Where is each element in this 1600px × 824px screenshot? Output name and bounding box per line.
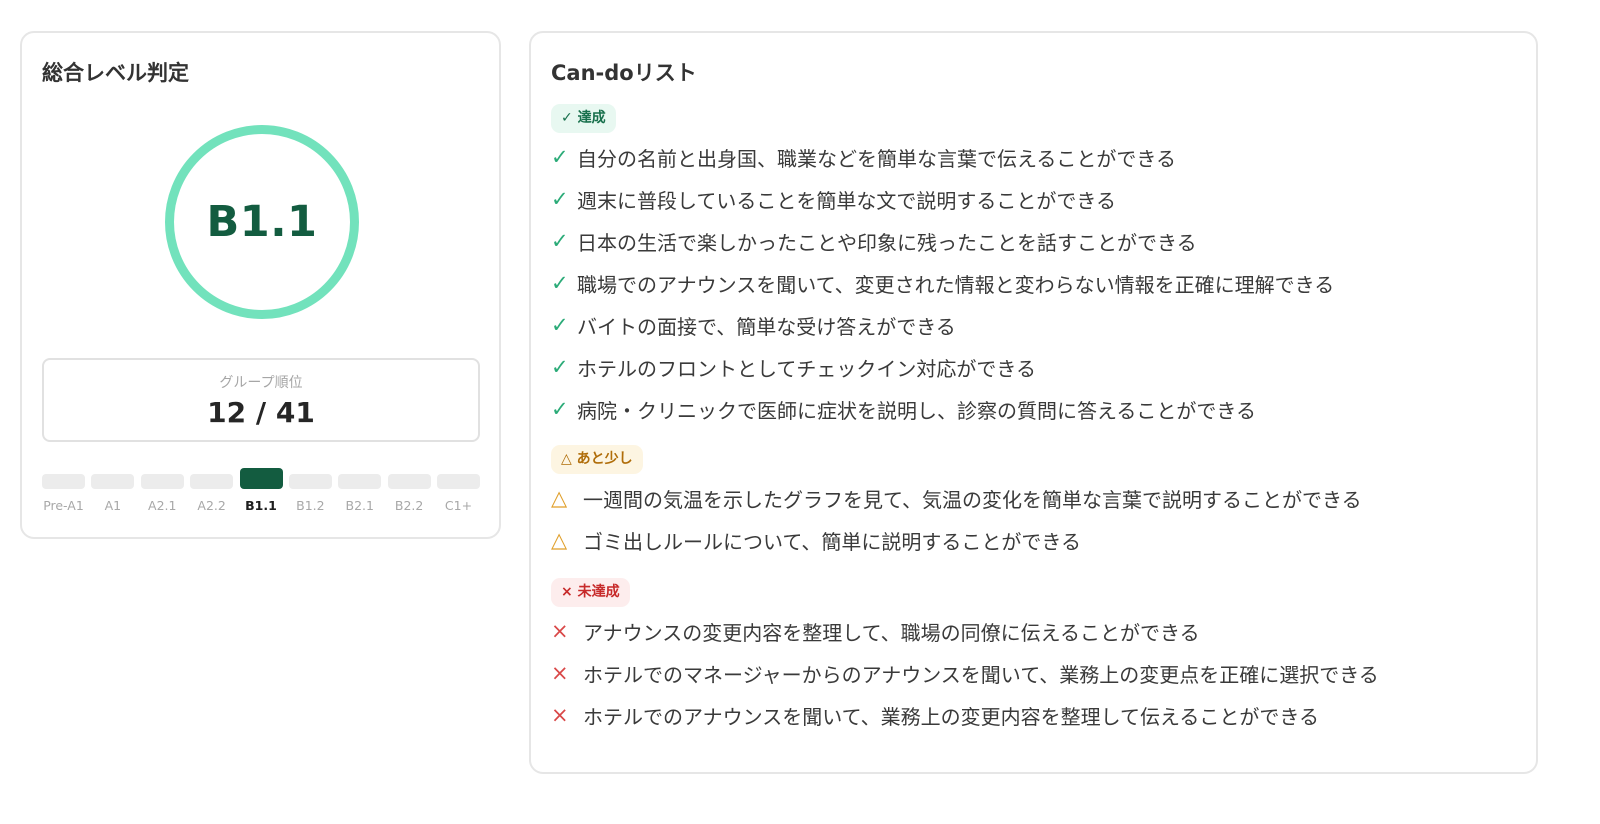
almost-section: △ あと少し △ 一週間の気温を示したグラフを見て、気温の変化を簡単な言葉で説明す… xyxy=(551,445,1362,561)
not-achieved-list: × アナウンスの変更内容を整理して、職場の同僚に伝えることができる × ホテルでのマネ… xyxy=(551,610,1379,736)
level-scale-bar: Pre-A1 A1 A2.1 A2.2 B1.1 B1.2 B2.1 B2.2 C1+ xyxy=(42,468,480,513)
cando-item: ✓ 職場でのアナウンスを聞いて、変更された情報と変わらない情報を正確に理解できる xyxy=(551,262,1334,304)
cross-icon: × xyxy=(551,619,569,643)
level-segment-label: B2.2 xyxy=(394,498,424,513)
cando-item: × アナウンスの変更内容を整理して、職場の同僚に伝えることができる xyxy=(551,610,1379,652)
achieved-badge: ✓ 達成 xyxy=(551,104,616,133)
level-segment-block xyxy=(140,474,184,489)
almost-badge: △ あと少し xyxy=(551,445,643,474)
check-icon: ✓ xyxy=(551,187,569,211)
current-level: B1.1 xyxy=(206,197,318,247)
level-segment: A2.1 xyxy=(140,474,184,513)
almost-list: △ 一週間の気温を示したグラフを見て、気温の変化を簡単な言葉で説明することができる… xyxy=(551,477,1362,561)
level-segment: B2.2 xyxy=(387,474,431,513)
group-rank-label: グループ順位 xyxy=(219,375,303,391)
level-card-title: 総合レベル判定 xyxy=(42,61,189,85)
cando-item-text: 日本の生活で楽しかったことや印象に残ったことを話すことができる xyxy=(577,230,1197,255)
level-segment-block xyxy=(288,474,332,489)
level-segment-block xyxy=(91,474,135,489)
level-segment: B1.2 xyxy=(288,474,332,513)
cando-item-text: 週末に普段していることを簡単な文で説明することができる xyxy=(577,188,1116,213)
level-segment-label: Pre-A1 xyxy=(43,498,84,513)
level-judgement-card: 総合レベル判定 B1.1 グループ順位 12 / 41 Pre-A1 A1 A2.1… xyxy=(20,31,501,539)
level-segment-block xyxy=(190,474,234,489)
level-segment: B2.1 xyxy=(338,474,382,513)
cando-item-text: 自分の名前と出身国、職業などを簡単な言葉で伝えることができる xyxy=(577,146,1176,171)
check-icon: ✓ xyxy=(551,397,569,421)
level-ring: B1.1 xyxy=(165,125,359,319)
cando-list-card: Can-doリスト ✓ 達成 ✓ 自分の名前と出身国、職業などを簡単な言葉で伝える… xyxy=(529,31,1538,774)
level-segment-block xyxy=(239,468,283,489)
achieved-list: ✓ 自分の名前と出身国、職業などを簡単な言葉で伝えることができる ✓ 週末に普段してい… xyxy=(551,136,1334,430)
cando-item-text: ホテルでのアナウンスを聞いて、業務上の変更内容を整理して伝えることができる xyxy=(583,704,1319,729)
triangle-icon: △ xyxy=(551,486,568,510)
cando-item: × ホテルでのマネージャーからのアナウンスを聞いて、業務上の変更点を正確に選択でき… xyxy=(551,652,1379,694)
cross-icon: × xyxy=(551,703,569,727)
level-segment: A1 xyxy=(91,474,135,513)
level-segment-label: A1 xyxy=(104,498,122,513)
check-icon: ✓ xyxy=(551,355,569,379)
level-segment-label: B1.1 xyxy=(245,498,277,513)
cando-item: ✓ 病院・クリニックで医師に症状を説明し、診察の質問に答えることができる xyxy=(551,388,1334,430)
cando-item-text: ホテルのフロントとしてチェックイン対応ができる xyxy=(577,356,1036,381)
cando-item-text: ゴミ出しルールについて、簡単に説明することができる xyxy=(583,529,1081,554)
cando-item: ✓ 週末に普段していることを簡単な文で説明することができる xyxy=(551,178,1334,220)
achieved-section: ✓ 達成 ✓ 自分の名前と出身国、職業などを簡単な言葉で伝えることができる ✓ 週末に… xyxy=(551,104,1334,430)
cando-item: ✓ 自分の名前と出身国、職業などを簡単な言葉で伝えることができる xyxy=(551,136,1334,178)
cando-card-title: Can-doリスト xyxy=(551,61,697,85)
level-segment-label: A2.2 xyxy=(197,498,226,513)
level-segment: Pre-A1 xyxy=(42,474,85,513)
triangle-icon: △ xyxy=(551,528,568,552)
level-segment: C1+ xyxy=(437,474,480,513)
cando-item-text: バイトの面接で、簡単な受け答えができる xyxy=(577,314,956,339)
cando-item-text: 職場でのアナウンスを聞いて、変更された情報と変わらない情報を正確に理解できる xyxy=(577,272,1335,297)
level-segment-label: A2.1 xyxy=(148,498,177,513)
check-icon: ✓ xyxy=(551,145,569,169)
level-segment-label: B2.1 xyxy=(345,498,374,513)
level-segment-block xyxy=(437,474,480,489)
not-achieved-badge: × 未達成 xyxy=(551,578,630,607)
cando-item-text: 一週間の気温を示したグラフを見て、気温の変化を簡単な言葉で説明することができる xyxy=(583,487,1362,512)
not-achieved-section: × 未達成 × アナウンスの変更内容を整理して、職場の同僚に伝えることができる × ホ… xyxy=(551,578,1379,736)
check-icon: ✓ xyxy=(551,271,569,295)
level-segment-block xyxy=(338,474,382,489)
cando-item-text: ホテルでのマネージャーからのアナウンスを聞いて、業務上の変更点を正確に選択できる xyxy=(583,662,1379,687)
cando-item-text: アナウンスの変更内容を整理して、職場の同僚に伝えることができる xyxy=(583,620,1200,645)
cando-item: △ ゴミ出しルールについて、簡単に説明することができる xyxy=(551,519,1362,561)
cross-icon: × xyxy=(551,661,569,685)
cando-item-text: 病院・クリニックで医師に症状を説明し、診察の質問に答えることができる xyxy=(577,398,1256,423)
level-segment-block xyxy=(387,474,431,489)
cando-item: ✓ ホテルのフロントとしてチェックイン対応ができる xyxy=(551,346,1334,388)
cando-item: ✓ バイトの面接で、簡単な受け答えができる xyxy=(551,304,1334,346)
level-segment: B1.1 xyxy=(239,468,283,513)
cando-item: × ホテルでのアナウンスを聞いて、業務上の変更内容を整理して伝えることができる xyxy=(551,694,1379,736)
level-segment: A2.2 xyxy=(190,474,234,513)
group-rank-box: グループ順位 12 / 41 xyxy=(42,358,480,442)
level-segment-block xyxy=(42,474,85,489)
level-segment-label: C1+ xyxy=(444,498,473,513)
cando-item: ✓ 日本の生活で楽しかったことや印象に残ったことを話すことができる xyxy=(551,220,1334,262)
cando-item: △ 一週間の気温を示したグラフを見て、気温の変化を簡単な言葉で説明することができる xyxy=(551,477,1362,519)
level-segment-label: B1.2 xyxy=(296,498,325,513)
check-icon: ✓ xyxy=(551,229,569,253)
check-icon: ✓ xyxy=(551,313,569,337)
group-rank-value: 12 / 41 xyxy=(207,396,315,429)
